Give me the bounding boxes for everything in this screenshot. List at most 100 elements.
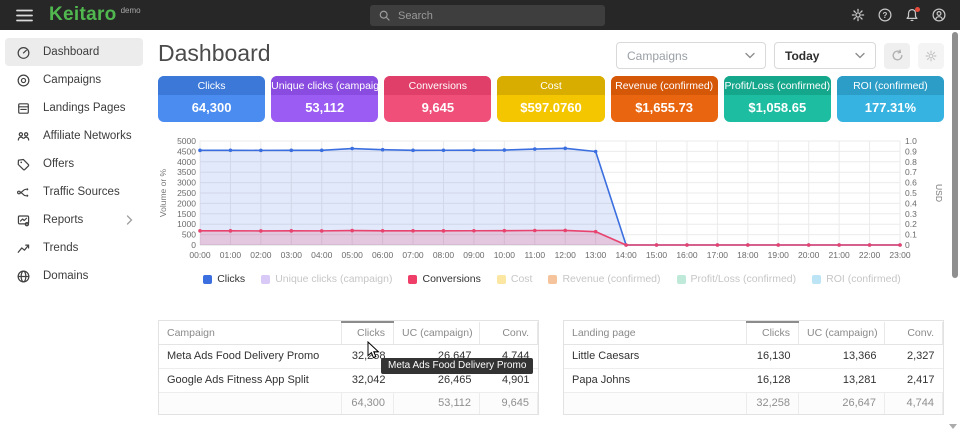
- table-totals-row: 32,25826,6474,744: [564, 392, 943, 414]
- traffic-chart: 0500100015002000250030003500400045005000…: [152, 136, 952, 268]
- sidebar-item-label: Trends: [43, 242, 133, 254]
- legend-item-clicks[interactable]: Clicks: [203, 273, 245, 285]
- svg-text:00:00: 00:00: [189, 250, 211, 260]
- menu-toggle-button[interactable]: [16, 9, 33, 22]
- legend-label: Profit/Loss (confirmed): [691, 273, 797, 285]
- column-header-uc-campaign-[interactable]: UC (campaign): [394, 322, 480, 344]
- sidebar-item-affiliate-networks[interactable]: Affiliate Networks: [5, 122, 143, 150]
- campaigns-filter-value: Campaigns: [627, 49, 688, 63]
- legend-label: ROI (confirmed): [826, 273, 901, 285]
- column-header-landing-page[interactable]: Landing page: [564, 322, 747, 344]
- svg-text:0.2: 0.2: [905, 219, 917, 229]
- legend-item-cost[interactable]: Cost: [497, 273, 533, 285]
- svg-text:10:00: 10:00: [494, 250, 516, 260]
- table-row[interactable]: Little Caesars16,13013,3662,327: [564, 344, 943, 368]
- svg-text:12:00: 12:00: [555, 250, 577, 260]
- column-header-conv-[interactable]: Conv.: [885, 322, 943, 344]
- column-header-uc-campaign-[interactable]: UC (campaign): [799, 322, 885, 344]
- svg-text:0.6: 0.6: [905, 178, 917, 188]
- sidebar-item-dashboard[interactable]: Dashboard: [5, 38, 143, 66]
- stat-card-value: 177.31%: [837, 95, 944, 122]
- svg-text:0.5: 0.5: [905, 188, 917, 198]
- column-header-clicks[interactable]: Clicks: [747, 322, 799, 344]
- legend-swatch: [497, 275, 506, 284]
- column-header-campaign[interactable]: Campaign: [159, 322, 342, 344]
- legend-label: Cost: [511, 273, 533, 285]
- landing-pages-table: Landing pageClicksUC (campaign)Conv.Litt…: [563, 320, 944, 415]
- sidebar: DashboardCampaignsLandings Pages Affiliat…: [0, 30, 148, 432]
- sidebar-item-campaigns[interactable]: Campaigns: [5, 66, 143, 94]
- legend-swatch: [812, 275, 821, 284]
- dashboard-controls: Campaigns Today: [616, 42, 944, 69]
- svg-text:1000: 1000: [177, 219, 196, 229]
- legend-item-roi-confirmed-[interactable]: ROI (confirmed): [812, 273, 901, 285]
- stat-card-label: Unique clicks (campaign): [271, 76, 378, 95]
- column-header-conv-[interactable]: Conv.: [480, 322, 538, 344]
- totals-cell: 26,647: [799, 392, 885, 414]
- stat-card-profit-loss-confirmed-: Profit/Loss (confirmed)$1,058.65: [724, 76, 831, 122]
- notifications-bell-icon[interactable]: [904, 7, 920, 23]
- chevron-down-icon: [855, 52, 865, 59]
- svg-text:4500: 4500: [177, 146, 196, 156]
- app-logo[interactable]: Keitaro demo: [49, 2, 141, 28]
- legend-item-conversions[interactable]: Conversions: [408, 273, 480, 285]
- dashboard-settings-button[interactable]: [918, 43, 944, 69]
- topbar-icons: ?: [850, 0, 947, 30]
- help-icon[interactable]: ?: [877, 7, 893, 23]
- svg-text:20:00: 20:00: [798, 250, 820, 260]
- legend-item-unique-clicks-campaign-[interactable]: Unique clicks (campaign): [261, 273, 392, 285]
- svg-text:22:00: 22:00: [859, 250, 881, 260]
- sidebar-item-label: Affiliate Networks: [43, 130, 133, 142]
- scroll-down-arrow[interactable]: [949, 424, 957, 429]
- legend-swatch: [203, 275, 212, 284]
- tag-icon: [16, 157, 31, 172]
- svg-text:15:00: 15:00: [646, 250, 668, 260]
- account-icon[interactable]: [931, 7, 947, 23]
- report-icon: [16, 213, 31, 228]
- svg-text:0.7: 0.7: [905, 167, 917, 177]
- search-input[interactable]: [398, 10, 597, 22]
- date-range-select[interactable]: Today: [774, 42, 876, 69]
- sidebar-item-traffic-sources[interactable]: Traffic Sources: [5, 178, 143, 206]
- stat-card-value: 64,300: [158, 95, 265, 122]
- scrollbar[interactable]: [950, 30, 960, 432]
- legend-item-revenue-confirmed-[interactable]: Revenue (confirmed): [548, 273, 660, 285]
- legend-item-profit-loss-confirmed-[interactable]: Profit/Loss (confirmed): [677, 273, 797, 285]
- row-value-cell: 2,327: [885, 344, 943, 368]
- sidebar-item-domains[interactable]: Domains: [5, 262, 143, 290]
- stat-card-revenue-confirmed-: Revenue (confirmed)$1,655.73: [611, 76, 718, 122]
- totals-cell: 9,645: [480, 392, 538, 414]
- row-value-cell: 16,128: [747, 368, 799, 392]
- sidebar-item-landings-pages[interactable]: Landings Pages: [5, 94, 143, 122]
- stat-card-conversions: Conversions9,645: [384, 76, 491, 122]
- sidebar-item-offers[interactable]: Offers: [5, 150, 143, 178]
- table-row[interactable]: Papa Johns16,12813,2812,417: [564, 368, 943, 392]
- notification-dot: [915, 7, 920, 12]
- people-icon: [16, 129, 31, 144]
- topbar: Keitaro demo ?: [0, 0, 960, 30]
- legend-swatch: [408, 275, 417, 284]
- table-header-row: Landing pageClicksUC (campaign)Conv.: [564, 322, 943, 344]
- refresh-button[interactable]: [884, 43, 910, 69]
- stat-card-label: Revenue (confirmed): [611, 76, 718, 95]
- stat-card-label: Clicks: [158, 76, 265, 95]
- sidebar-item-trends[interactable]: Trends: [5, 234, 143, 262]
- column-header-clicks[interactable]: Clicks: [342, 322, 394, 344]
- row-name-cell: Meta Ads Food Delivery Promo: [159, 344, 342, 368]
- logo-demo-badge: demo: [121, 6, 141, 15]
- row-name-cell: Little Caesars: [564, 344, 747, 368]
- settings-gear-icon[interactable]: [850, 7, 866, 23]
- row-name-cell: Google Ads Fitness App Split: [159, 368, 342, 392]
- campaigns-filter-select[interactable]: Campaigns: [616, 42, 766, 69]
- stat-card-value: $1,655.73: [611, 95, 718, 122]
- date-range-value: Today: [785, 49, 819, 63]
- scrollbar-thumb[interactable]: [952, 32, 958, 278]
- svg-text:19:00: 19:00: [768, 250, 790, 260]
- svg-text:08:00: 08:00: [433, 250, 455, 260]
- svg-text:1.0: 1.0: [905, 136, 917, 146]
- svg-text:500: 500: [182, 230, 196, 240]
- svg-text:4000: 4000: [177, 157, 196, 167]
- search-box[interactable]: [370, 5, 605, 26]
- stat-card-label: Cost: [497, 76, 604, 95]
- sidebar-item-reports[interactable]: Reports: [5, 206, 143, 234]
